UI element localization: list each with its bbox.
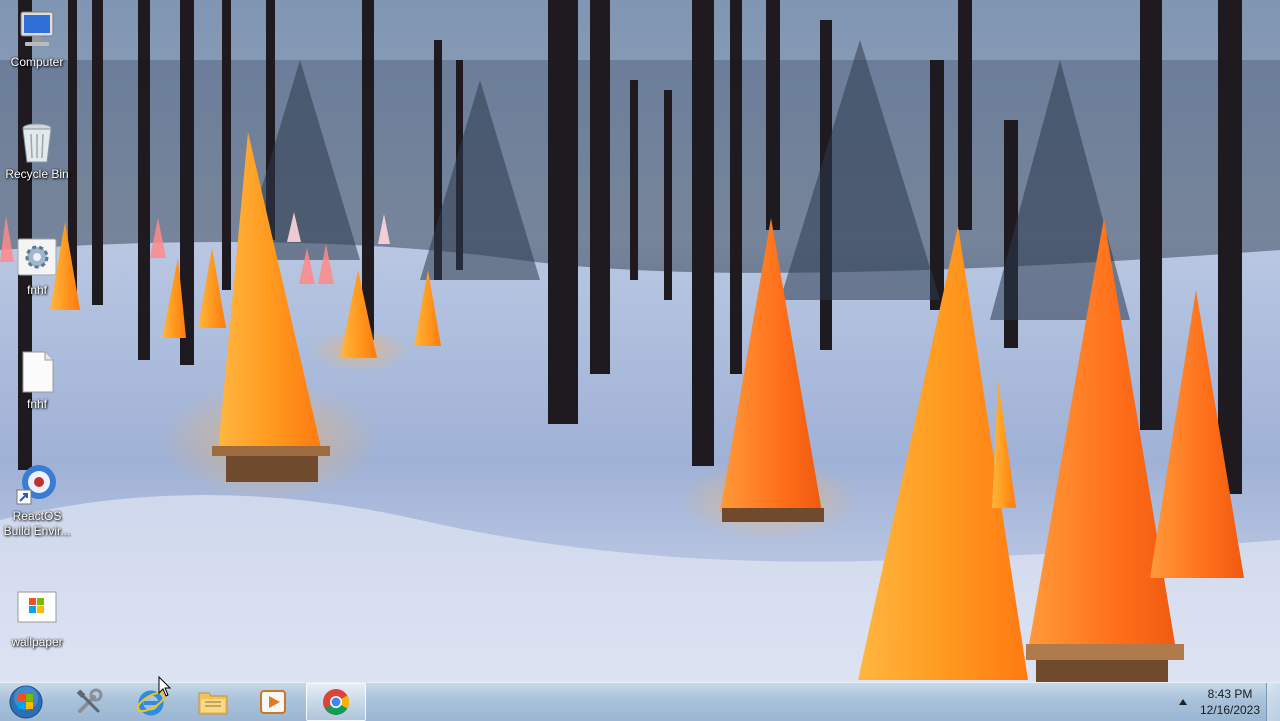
start-button[interactable]	[4, 684, 48, 720]
desktop-icon-wallpaper[interactable]: wallpaper	[0, 588, 74, 650]
desktop-icon-label: ReactOS Build Envir...	[3, 509, 71, 538]
clock-date: 12/16/2023	[1199, 703, 1261, 717]
media-player-icon	[260, 690, 286, 714]
chrome-icon	[323, 689, 350, 715]
desktop-wallpaper	[0, 0, 1280, 682]
desktop-icon-recycle-bin[interactable]: Recycle Bin	[0, 120, 74, 182]
show-hidden-icons-button[interactable]	[1176, 695, 1190, 709]
windows-logo-image-icon	[17, 591, 57, 623]
folder-icon	[198, 692, 228, 715]
desktop-icon-fnhf-file[interactable]: fnhf	[0, 350, 74, 412]
computer-icon	[20, 11, 54, 46]
chevron-up-icon	[1179, 699, 1187, 705]
text-file-icon	[22, 351, 54, 393]
program-gear-icon	[17, 238, 57, 276]
desktop-icon-label: fnhf	[26, 283, 47, 297]
taskbar-item-file-explorer[interactable]	[184, 683, 242, 721]
reactos-shortcut-icon	[16, 465, 56, 505]
tools-icon	[76, 688, 103, 713]
mouse-cursor-icon	[158, 676, 172, 697]
taskbar: 8:43 PM 12/16/2023	[0, 682, 1280, 721]
desktop-icon-label: wallpaper	[11, 635, 63, 649]
windows-start-orb-icon	[9, 685, 43, 719]
desktop-icon-reactos-build[interactable]: ReactOS Build Envir...	[0, 462, 74, 539]
desktop-icon-label: Recycle Bin	[5, 167, 69, 181]
desktop-icon-label: Computer	[10, 55, 64, 69]
taskbar-item-tools[interactable]	[60, 683, 118, 721]
recycle-bin-icon	[22, 123, 52, 163]
desktop-icon-fnhf-program[interactable]: fnhf	[0, 236, 74, 298]
clock-time: 8:43 PM	[1207, 687, 1253, 701]
taskbar-clock[interactable]: 8:43 PM 12/16/2023	[1196, 686, 1264, 718]
taskbar-item-media-player[interactable]	[244, 683, 302, 721]
desktop-icon-computer[interactable]: Computer	[0, 8, 74, 70]
show-desktop-button[interactable]	[1266, 683, 1280, 721]
taskbar-item-chrome[interactable]	[306, 683, 366, 721]
desktop-icon-label: fnhf	[26, 397, 47, 411]
